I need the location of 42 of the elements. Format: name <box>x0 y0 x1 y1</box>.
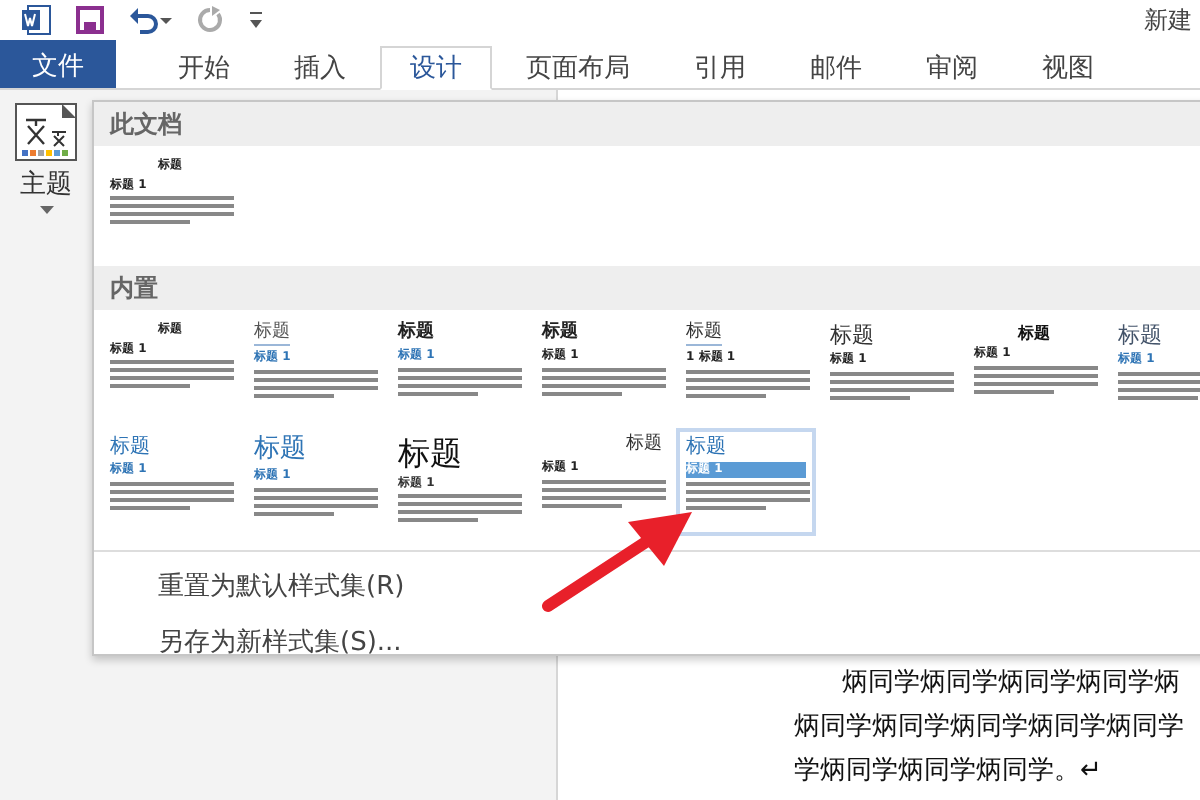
body-text-drawing <box>254 488 378 521</box>
thumbnail-title: 标题 <box>254 324 290 346</box>
body-text-drawing <box>398 494 522 527</box>
body-text-drawing <box>254 369 378 402</box>
thumbnail-title: 标题 <box>1118 324 1162 349</box>
document-text-line: 学炳同学炳同学炳同学。↵ <box>794 754 1102 788</box>
file-tab[interactable]: 文件 <box>0 40 116 88</box>
word-logo-icon[interactable] <box>20 4 52 36</box>
undo-icon[interactable] <box>128 6 172 34</box>
thumbnail-title: 标题 <box>686 436 726 458</box>
body-text-drawing <box>398 367 522 400</box>
thumbnail-title: 标题 <box>626 436 662 456</box>
theme-icon[interactable] <box>14 102 78 162</box>
ribbon-tab[interactable]: 设计 <box>380 46 492 90</box>
thumbnail-title: 标题 <box>398 324 434 344</box>
body-text-drawing <box>686 369 810 402</box>
body-text-drawing <box>830 371 954 404</box>
section-header: 此文档 <box>94 102 1200 146</box>
body-text-drawing <box>542 367 666 400</box>
dropdown-caret-icon[interactable] <box>248 10 264 30</box>
theme-label[interactable]: 主题 <box>20 166 72 202</box>
body-text-drawing <box>542 479 666 512</box>
body-text-drawing <box>110 360 234 393</box>
thumbnail-title: 标题 <box>398 436 462 472</box>
body-text-drawing <box>686 481 810 514</box>
thumbnail-title: 标题 <box>1018 324 1050 342</box>
document-text-line: 炳同学炳同学炳同学炳同学炳 <box>840 666 1180 700</box>
thumbnail-title: 标题 <box>110 436 150 458</box>
menu-item[interactable]: 重置为默认样式集(R) <box>158 564 405 608</box>
caret-icon[interactable] <box>39 206 53 214</box>
document-text-line: 炳同学炳同学炳同学炳同学炳同学 <box>794 710 1184 744</box>
section-header: 内置 <box>94 266 1200 310</box>
thumbnail-title: 标题 <box>686 324 722 346</box>
menu-item[interactable]: 另存为新样式集(S)... <box>158 620 402 654</box>
body-text-drawing <box>110 196 234 229</box>
save-icon[interactable] <box>76 6 104 34</box>
thumbnail-title: 标题 <box>254 436 306 465</box>
window-title: 新建 <box>1144 3 1192 37</box>
body-text-drawing <box>110 481 234 514</box>
body-text-drawing <box>974 365 1098 398</box>
thumbnail-title: 标题 <box>830 324 874 349</box>
thumbnail-title: 标题 <box>542 324 578 344</box>
